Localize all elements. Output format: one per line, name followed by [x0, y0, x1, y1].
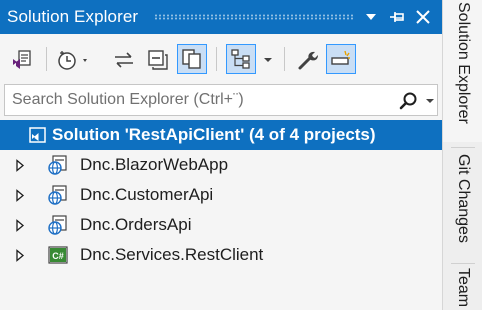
show-all-files-icon[interactable] — [177, 44, 207, 74]
tab-separator — [451, 147, 475, 148]
project-node-customer-api[interactable]: Dnc.CustomerApi — [0, 180, 442, 210]
properties-wrench-icon[interactable] — [294, 46, 322, 74]
web-project-icon — [48, 215, 67, 235]
solution-node[interactable]: Solution 'RestApiClient' (4 of 4 project… — [0, 120, 442, 150]
preview-selected-items-icon[interactable] — [326, 44, 356, 74]
tab-git-changes[interactable]: Git Changes — [443, 152, 482, 262]
project-node-orders-api[interactable]: Dnc.OrdersApi — [0, 210, 442, 240]
pending-changes-filter-clock-icon[interactable] — [56, 46, 90, 74]
toolbar-separator — [46, 47, 47, 71]
search-options-chevron-icon[interactable] — [423, 90, 437, 112]
project-label: Dnc.Services.RestClient — [80, 245, 264, 264]
expand-arrow-icon[interactable] — [14, 158, 26, 172]
project-node-services-rest-client[interactable]: C# Dnc.Services.RestClient — [0, 240, 442, 270]
window-position-dropdown-icon[interactable] — [361, 6, 381, 28]
solution-explorer-toolbar — [0, 34, 442, 84]
vs-solution-switch-views-icon[interactable] — [8, 46, 36, 74]
collapse-all-icon[interactable] — [144, 46, 172, 74]
project-label: Dnc.BlazorWebApp — [80, 155, 229, 174]
web-project-icon — [48, 155, 67, 175]
search-icon[interactable] — [397, 90, 419, 112]
solution-icon — [29, 127, 46, 143]
tab-team[interactable]: Team — [443, 266, 482, 310]
tab-label: Team — [455, 268, 472, 308]
web-project-icon — [48, 185, 67, 205]
tab-label: Solution Explorer — [455, 2, 472, 124]
sync-with-active-document-icon[interactable] — [110, 46, 138, 74]
solution-tree: Solution 'RestApiClient' (4 of 4 project… — [0, 120, 442, 310]
expand-arrow-icon[interactable] — [14, 248, 26, 262]
project-label: Dnc.CustomerApi — [80, 185, 214, 204]
expand-arrow-icon[interactable] — [14, 188, 26, 202]
panel-title: Solution Explorer — [7, 7, 139, 26]
chevron-down-icon[interactable] — [260, 46, 276, 74]
solution-explorer-panel: Solution Explorer Search Solution Explor… — [0, 0, 442, 310]
auto-hide-pin-icon[interactable] — [387, 6, 407, 28]
close-icon[interactable] — [413, 6, 433, 28]
project-node-blazor-web-app[interactable]: Dnc.BlazorWebApp — [0, 150, 442, 180]
drag-grip[interactable] — [154, 14, 354, 20]
track-active-item-icon[interactable] — [226, 44, 256, 74]
toolbar-separator — [284, 47, 285, 71]
title-bar[interactable]: Solution Explorer — [0, 0, 442, 34]
project-label: Dnc.OrdersApi — [80, 215, 192, 234]
toolbar-separator — [216, 47, 217, 71]
tab-solution-explorer[interactable]: Solution Explorer — [443, 0, 482, 142]
tab-separator — [451, 263, 475, 264]
tab-label: Git Changes — [455, 154, 472, 243]
search-box[interactable] — [4, 84, 438, 116]
expand-arrow-icon[interactable] — [14, 218, 26, 232]
solution-label: Solution 'RestApiClient' (4 of 4 project… — [52, 125, 376, 144]
svg-text:C#: C# — [52, 251, 64, 261]
csharp-project-icon: C# — [48, 246, 68, 264]
search-input[interactable] — [12, 89, 382, 111]
side-tab-strip: Solution Explorer Git Changes Team — [442, 0, 482, 310]
